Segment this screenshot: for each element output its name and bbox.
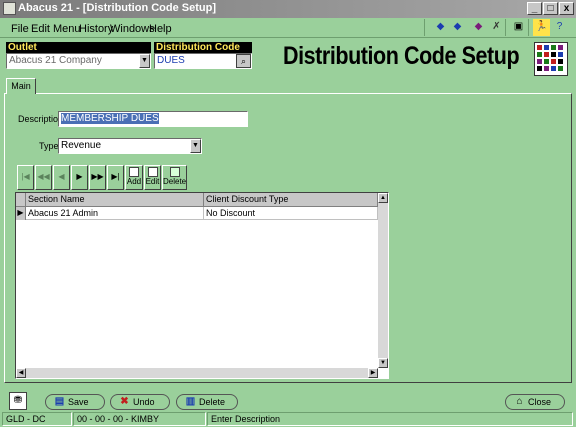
- menu-help[interactable]: Help: [149, 23, 172, 35]
- status-message: Enter Description: [207, 412, 573, 426]
- page-title: Distribution Code Setup: [283, 42, 520, 70]
- type-label: Type: [39, 141, 59, 151]
- arrow-left-icon[interactable]: ◆: [432, 19, 449, 36]
- delete-record-button[interactable]: Delete: [162, 165, 187, 190]
- edit-document-icon: [147, 167, 158, 177]
- delete-document-icon: [169, 167, 180, 177]
- maximize-button[interactable]: □: [543, 2, 558, 15]
- column-header-section-name[interactable]: Section Name: [26, 193, 204, 207]
- description-field[interactable]: MEMBERSHIP DUES: [58, 111, 248, 127]
- next-page-icon[interactable]: ▶▶: [89, 165, 106, 190]
- search-icon[interactable]: ⌕: [236, 54, 251, 68]
- outlet-dropdown-icon[interactable]: ▼: [139, 54, 150, 68]
- prev-page-icon[interactable]: ◀◀: [35, 165, 52, 190]
- title-bar: Abacus 21 - [Distribution Code Setup] _ …: [0, 0, 576, 18]
- next-record-icon[interactable]: ▶: [71, 165, 88, 190]
- delete-button-label: Delete: [199, 397, 226, 407]
- record-navigator: |◀ ◀◀ ◀ ▶ ▶▶ ▶| Add Edit Delete: [17, 165, 187, 190]
- delete-record-label: Delete: [163, 177, 187, 186]
- save-button[interactable]: ▤ Save: [45, 394, 105, 410]
- tab-main[interactable]: Main: [6, 78, 36, 94]
- delete-icon: ▥: [185, 396, 196, 407]
- menu-edit[interactable]: Edit: [31, 23, 50, 35]
- diamond-icon[interactable]: ◆: [470, 19, 487, 36]
- door-icon: ⌂: [516, 396, 523, 407]
- undo-button-label: Undo: [133, 397, 155, 407]
- add-button[interactable]: Add: [125, 165, 143, 190]
- toolbar-divider: [505, 19, 506, 36]
- abacus-logo: [534, 42, 568, 76]
- prev-record-icon[interactable]: ◀: [53, 165, 70, 190]
- menu-menu[interactable]: Menu: [53, 23, 81, 35]
- status-module-code: GLD - DC: [2, 412, 72, 426]
- record-history-icon[interactable]: ⛃: [9, 392, 27, 410]
- edit-button[interactable]: Edit: [144, 165, 161, 190]
- help-icon[interactable]: ?: [551, 19, 568, 36]
- vertical-scrollbar[interactable]: ▲ ▼: [378, 193, 388, 368]
- undo-x-icon: ✖: [120, 396, 129, 407]
- type-dropdown-icon[interactable]: ▼: [190, 139, 201, 153]
- undo-button[interactable]: ✖ Undo: [110, 394, 170, 410]
- menu-history[interactable]: History: [79, 23, 113, 35]
- delete-button[interactable]: ▥ Delete: [176, 394, 238, 410]
- close-button-label: Close: [528, 397, 552, 407]
- table-cell[interactable]: Abacus 21 Admin: [26, 207, 204, 220]
- first-record-icon[interactable]: |◀: [17, 165, 34, 190]
- toolbar-divider: [424, 19, 425, 36]
- column-header-client-discount-type[interactable]: Client Discount Type: [204, 193, 378, 207]
- exit-runner-icon[interactable]: 🏃: [533, 19, 550, 36]
- scroll-up-icon[interactable]: ▲: [378, 193, 388, 203]
- description-label: Description: [18, 114, 64, 124]
- calculator-icon[interactable]: ▣: [510, 19, 527, 36]
- window-title: Abacus 21 - [Distribution Code Setup]: [18, 2, 217, 14]
- edit-button-label: Edit: [145, 177, 160, 186]
- status-session: 00 - 00 - 00 - KIMBY: [73, 412, 206, 426]
- menu-windows[interactable]: Windows: [110, 23, 155, 35]
- close-button[interactable]: ⌂ Close: [505, 394, 565, 410]
- status-bar: GLD - DC 00 - 00 - 00 - KIMBY Enter Desc…: [0, 411, 576, 427]
- type-select[interactable]: Revenue: [58, 138, 202, 154]
- last-record-icon[interactable]: ▶|: [107, 165, 124, 190]
- scroll-left-icon[interactable]: ◀: [16, 368, 26, 378]
- save-icon: ▤: [54, 396, 65, 407]
- tools-icon[interactable]: ✗: [488, 19, 505, 36]
- table-cell[interactable]: No Discount: [204, 207, 378, 220]
- section-grid[interactable]: Section Name Client Discount Type ▶ Abac…: [15, 192, 389, 379]
- close-window-button[interactable]: x: [559, 2, 574, 15]
- minimize-button[interactable]: _: [527, 2, 542, 15]
- new-document-icon: [129, 167, 139, 177]
- scroll-down-icon[interactable]: ▼: [378, 358, 388, 368]
- row-header-corner: [16, 193, 26, 207]
- add-button-label: Add: [126, 177, 142, 186]
- arrow-right-icon[interactable]: ◆: [449, 19, 466, 36]
- horizontal-scrollbar[interactable]: ◀ ▶: [16, 368, 378, 378]
- scroll-right-icon[interactable]: ▶: [368, 368, 378, 378]
- menu-file[interactable]: File: [11, 23, 29, 35]
- outlet-field[interactable]: Abacus 21 Company: [6, 53, 151, 69]
- app-icon[interactable]: [3, 2, 16, 15]
- toolbar-divider: [528, 19, 529, 36]
- save-button-label: Save: [68, 397, 89, 407]
- menu-bar: File Edit Menu History Windows Help ◆ ◆ …: [0, 18, 576, 38]
- row-indicator-icon: ▶: [16, 207, 26, 220]
- description-value: MEMBERSHIP DUES: [61, 113, 159, 124]
